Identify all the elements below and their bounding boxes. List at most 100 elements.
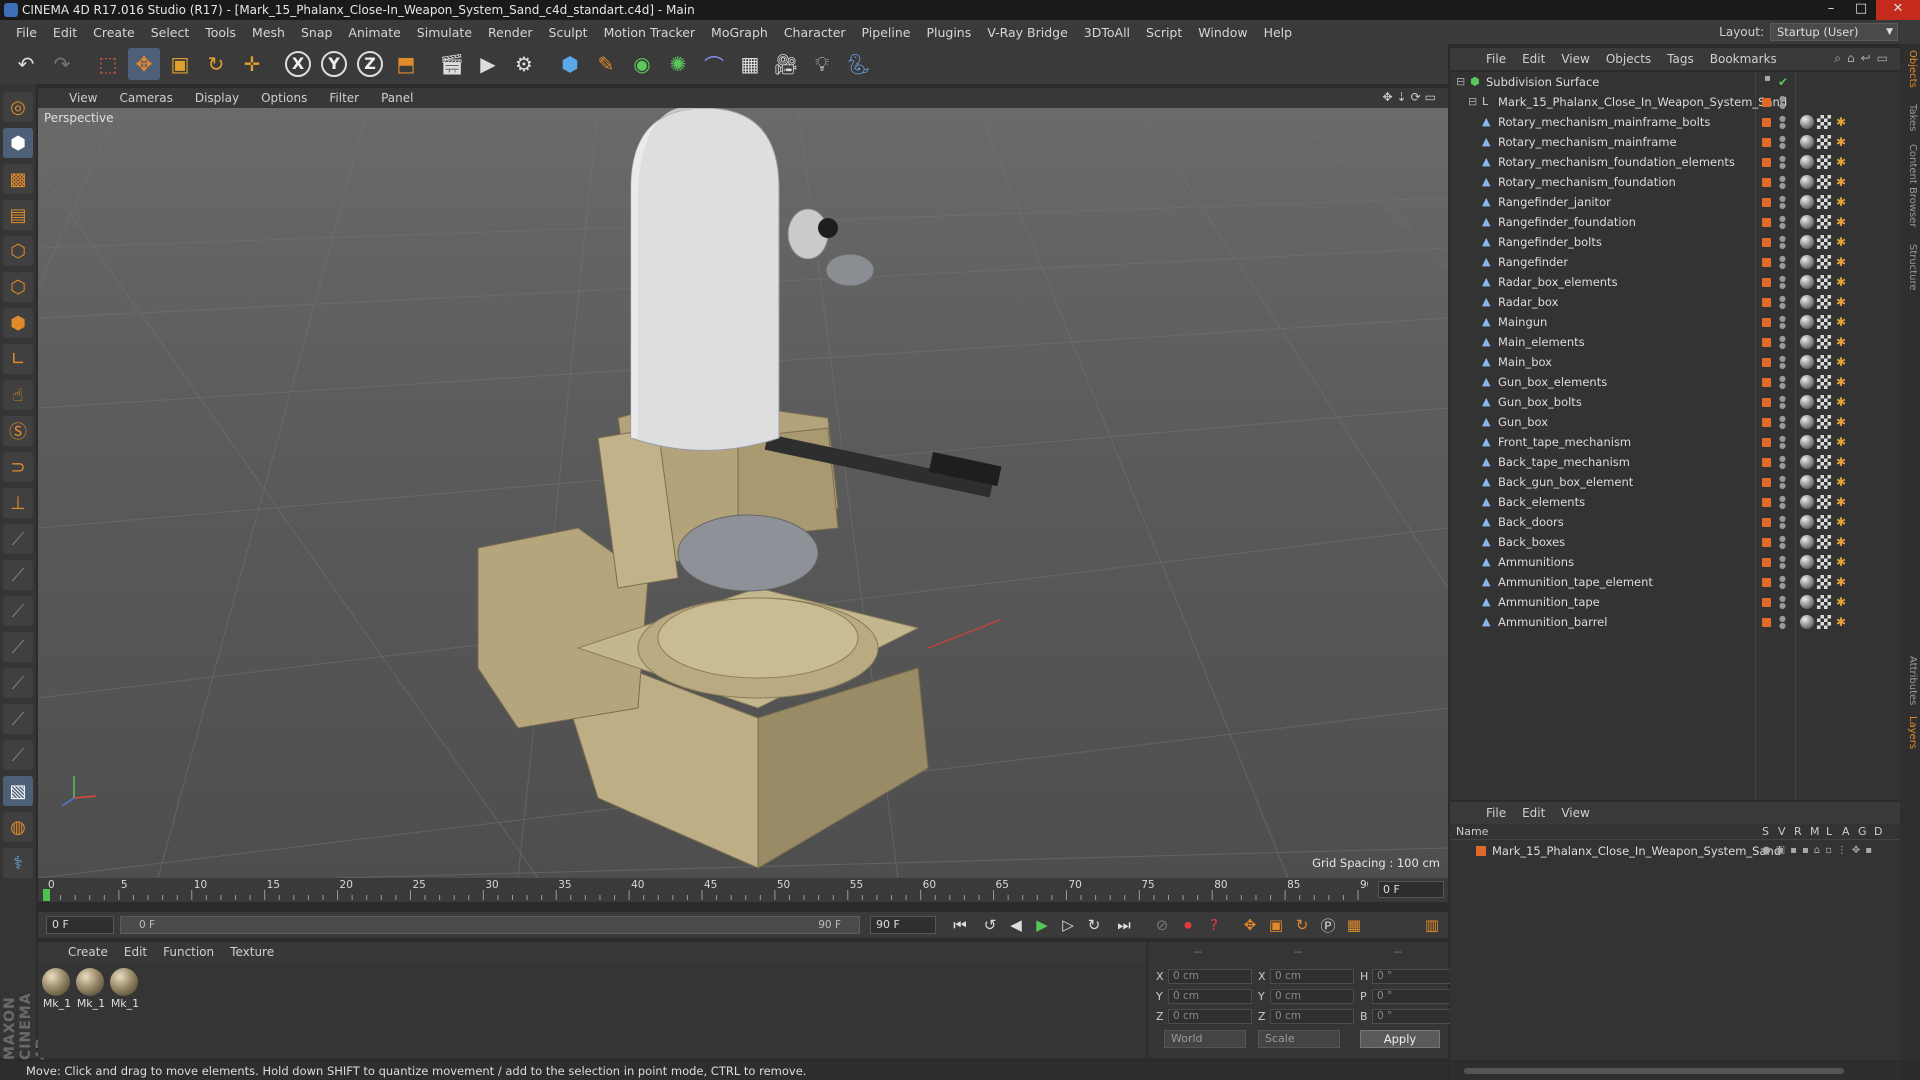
menu-render[interactable]: Render bbox=[480, 25, 541, 40]
playhead-marker[interactable] bbox=[43, 889, 50, 901]
material-swatch[interactable]: Mk_1 bbox=[42, 968, 72, 1010]
material-tag-icon[interactable] bbox=[1800, 455, 1814, 469]
phong-tag-icon[interactable]: ✱ bbox=[1834, 575, 1848, 589]
viewport-menu-panel[interactable]: Panel bbox=[370, 91, 424, 105]
start-frame-field[interactable]: 0 F bbox=[46, 916, 114, 934]
layer-menu-edit[interactable]: Edit bbox=[1514, 806, 1553, 820]
material-tag-icon[interactable] bbox=[1800, 255, 1814, 269]
viewport-menu-display[interactable]: Display bbox=[184, 91, 250, 105]
phong-tag-icon[interactable]: ✱ bbox=[1834, 155, 1848, 169]
python-button[interactable]: 🐍︎ bbox=[842, 48, 874, 80]
viewport-menu-cameras[interactable]: Cameras bbox=[108, 91, 183, 105]
menu-mograph[interactable]: MoGraph bbox=[703, 25, 776, 40]
phong-tag-icon[interactable]: ✱ bbox=[1834, 615, 1848, 629]
object-row[interactable]: ▲ Back_boxes ● ● ✱ bbox=[1450, 532, 1900, 552]
solo-button[interactable]: Ⓢ bbox=[3, 416, 33, 446]
material-tag-icon[interactable] bbox=[1800, 515, 1814, 529]
frame-range-slider[interactable]: 0 F 90 F bbox=[120, 916, 860, 934]
material-tag-icon[interactable] bbox=[1800, 195, 1814, 209]
phong-tag-icon[interactable]: ✱ bbox=[1834, 135, 1848, 149]
phong-tag-icon[interactable]: ✱ bbox=[1834, 235, 1848, 249]
object-row[interactable]: ▲ Back_gun_box_element ● ● ✱ bbox=[1450, 472, 1900, 492]
material-tag-icon[interactable] bbox=[1800, 175, 1814, 189]
perspective-viewport[interactable]: Perspective Grid Spacing : 100 cm bbox=[38, 108, 1448, 878]
menu-pipeline[interactable]: Pipeline bbox=[854, 25, 919, 40]
uvw-tag-icon[interactable] bbox=[1817, 155, 1831, 169]
material-tag-icon[interactable] bbox=[1800, 315, 1814, 329]
autokey-button[interactable]: ? bbox=[1202, 914, 1226, 936]
rotate-tool-button[interactable]: ↻ bbox=[200, 48, 232, 80]
go-to-end-button[interactable]: ⏭ bbox=[1112, 914, 1136, 936]
move-tool-button[interactable]: ✥ bbox=[128, 48, 160, 80]
material-tag-icon[interactable] bbox=[1800, 155, 1814, 169]
phong-tag-icon[interactable]: ✱ bbox=[1834, 195, 1848, 209]
end-frame-field[interactable]: 90 F bbox=[870, 916, 936, 934]
material-menu-edit[interactable]: Edit bbox=[116, 945, 155, 959]
collapse-icon[interactable]: ⊟ bbox=[1468, 96, 1478, 108]
visibility-toggle[interactable]: ● ● bbox=[1779, 575, 1786, 590]
scrollbar-thumb[interactable] bbox=[1464, 1068, 1844, 1074]
phong-tag-icon[interactable]: ✱ bbox=[1834, 475, 1848, 489]
coordinate-system-button[interactable]: ⬒ bbox=[390, 48, 422, 80]
om-menu-edit[interactable]: Edit bbox=[1514, 52, 1553, 66]
uvw-tag-icon[interactable] bbox=[1817, 175, 1831, 189]
tab-content-browser[interactable]: Content Browser bbox=[1902, 144, 1918, 227]
object-row[interactable]: ▲ Main_elements ● ● ✱ bbox=[1450, 332, 1900, 352]
add-nurbs-button[interactable]: ◉ bbox=[626, 48, 658, 80]
visibility-toggle[interactable]: ● ● bbox=[1779, 315, 1786, 330]
position-z-field[interactable]: 0 cm bbox=[1168, 1008, 1252, 1024]
uvw-tag-icon[interactable] bbox=[1817, 395, 1831, 409]
uvw-tag-icon[interactable] bbox=[1817, 615, 1831, 629]
collapse-icon[interactable]: ⊟ bbox=[1456, 76, 1466, 88]
menu-vray-bridge[interactable]: V-Ray Bridge bbox=[979, 25, 1076, 40]
material-swatch[interactable]: Mk_1 bbox=[76, 968, 106, 1010]
brush-tool-3[interactable]: ⟋ bbox=[3, 596, 33, 626]
add-floor-button[interactable]: ▦ bbox=[734, 48, 766, 80]
scale-tool-button[interactable]: ▣ bbox=[164, 48, 196, 80]
menu-help[interactable]: Help bbox=[1256, 25, 1301, 40]
size-y-field[interactable]: 0 cm bbox=[1270, 988, 1354, 1004]
menu-create[interactable]: Create bbox=[85, 25, 143, 40]
phong-tag-icon[interactable]: ✱ bbox=[1834, 535, 1848, 549]
object-row[interactable]: ▲ Back_tape_mechanism ● ● ✱ bbox=[1450, 452, 1900, 472]
object-row[interactable]: ▲ Rotary_mechanism_foundation_elements ● ● ✱ bbox=[1450, 152, 1900, 172]
add-deformer-button[interactable]: ⌒ bbox=[698, 48, 730, 80]
uvw-tag-icon[interactable] bbox=[1817, 195, 1831, 209]
material-tag-icon[interactable] bbox=[1800, 295, 1814, 309]
render-settings-button[interactable]: ⚙ bbox=[508, 48, 540, 80]
uvw-tag-icon[interactable] bbox=[1817, 335, 1831, 349]
uvw-tag-icon[interactable] bbox=[1817, 375, 1831, 389]
phong-tag-icon[interactable]: ✱ bbox=[1834, 295, 1848, 309]
object-row[interactable]: ▲ Rangefinder_janitor ● ● ✱ bbox=[1450, 192, 1900, 212]
object-row[interactable]: ▲ Radar_box ● ● ✱ bbox=[1450, 292, 1900, 312]
menu-window[interactable]: Window bbox=[1190, 25, 1255, 40]
object-row[interactable]: ▲ Main_box ● ● ✱ bbox=[1450, 352, 1900, 372]
uvw-tag-icon[interactable] bbox=[1817, 515, 1831, 529]
minimize-button[interactable]: – bbox=[1816, 0, 1846, 20]
next-key-button[interactable]: ↻ bbox=[1082, 914, 1106, 936]
key-rotation-button[interactable]: ↻ bbox=[1290, 914, 1314, 936]
menu-sculpt[interactable]: Sculpt bbox=[541, 25, 596, 40]
visibility-toggle[interactable]: ● ● bbox=[1779, 415, 1786, 430]
uvw-tag-icon[interactable] bbox=[1817, 435, 1831, 449]
magnet-button[interactable]: ⊃ bbox=[3, 452, 33, 482]
render-picture-viewer-button[interactable]: ▶ bbox=[472, 48, 504, 80]
visibility-toggle[interactable]: ● ● bbox=[1779, 535, 1786, 550]
visibility-toggle[interactable]: ● ● bbox=[1779, 155, 1786, 170]
polygons-mode-button[interactable]: ⬢ bbox=[3, 308, 33, 338]
timeline-layout-button[interactable]: ▥ bbox=[1420, 914, 1444, 936]
phong-tag-icon[interactable]: ✱ bbox=[1834, 435, 1848, 449]
uvw-tag-icon[interactable] bbox=[1817, 235, 1831, 249]
uvw-tag-icon[interactable] bbox=[1817, 535, 1831, 549]
tab-structure[interactable]: Structure bbox=[1902, 244, 1918, 291]
viewport-menu-view[interactable]: View bbox=[58, 91, 108, 105]
phong-tag-icon[interactable]: ✱ bbox=[1834, 375, 1848, 389]
object-row[interactable]: ▲ Rotary_mechanism_mainframe ● ● ✱ bbox=[1450, 132, 1900, 152]
object-row[interactable]: ▲ Ammunition_tape_element ● ● ✱ bbox=[1450, 572, 1900, 592]
object-row[interactable]: ▲ Back_elements ● ● ✱ bbox=[1450, 492, 1900, 512]
visibility-toggle[interactable]: ● ● bbox=[1779, 375, 1786, 390]
object-row[interactable]: ▲ Rotary_mechanism_foundation ● ● ✱ bbox=[1450, 172, 1900, 192]
object-row-group[interactable]: ⊟ L Mark_15_Phalanx_Close_In_Weapon_Syst… bbox=[1450, 92, 1900, 112]
menu-tools[interactable]: Tools bbox=[197, 25, 244, 40]
rotation-h-field[interactable]: 0 ° bbox=[1372, 968, 1456, 984]
